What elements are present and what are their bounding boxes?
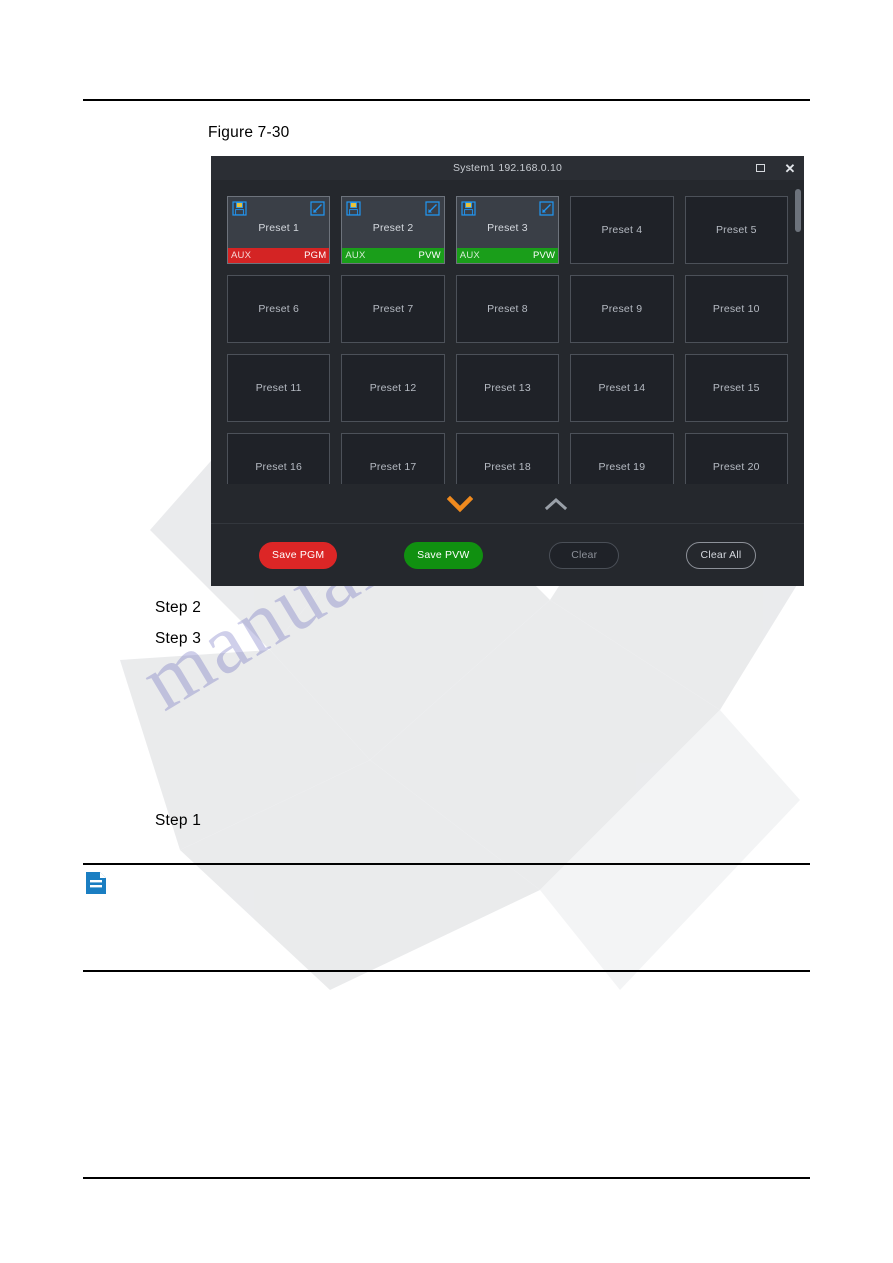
maximize-icon[interactable] — [753, 161, 767, 175]
close-icon[interactable]: ✕ — [783, 161, 797, 175]
window-title-bar: System1 192.168.0.10 ✕ — [211, 156, 804, 180]
preset-card[interactable]: Preset 9 — [570, 275, 674, 343]
preset-name: Preset 6 — [258, 303, 300, 315]
preset-status-label: PVW — [532, 250, 556, 261]
preset-aux-label: AUX — [231, 250, 252, 261]
preset-name: Preset 15 — [712, 382, 760, 394]
chevron-down-icon[interactable] — [446, 494, 473, 514]
preset-name: Preset 9 — [601, 303, 643, 315]
note-bottom-rule — [83, 970, 810, 972]
preset-name: Preset 3 — [487, 222, 528, 234]
preset-card[interactable]: Preset 7 — [341, 275, 445, 343]
edit-pencil-icon[interactable] — [425, 201, 440, 216]
preset-card[interactable]: Preset 5 — [684, 196, 788, 264]
note-divider-rule — [83, 863, 810, 865]
window-title: System1 192.168.0.10 — [452, 162, 563, 174]
edit-pencil-icon[interactable] — [539, 201, 554, 216]
preset-card[interactable]: Preset 2 AUX PVW — [341, 196, 445, 264]
pager-row — [211, 484, 804, 524]
note-document-icon — [86, 872, 106, 894]
figure-caption: Figure 7-30 — [208, 124, 290, 141]
preset-name: Preset 14 — [598, 382, 646, 394]
preset-card[interactable]: Preset 13 — [455, 354, 560, 422]
preset-card[interactable]: Preset 18 — [455, 433, 560, 484]
preset-status-badge: AUX PGM — [228, 248, 330, 263]
footer-rule — [83, 1177, 810, 1179]
window-controls: ✕ — [753, 156, 797, 180]
preset-name: Preset 2 — [372, 222, 414, 234]
preset-card[interactable]: Preset 20 — [684, 433, 788, 484]
edit-pencil-icon[interactable] — [310, 201, 325, 216]
preset-card[interactable]: Preset 15 — [684, 354, 788, 422]
preset-name: Preset 4 — [601, 224, 643, 236]
step-label-1: Step 1 — [155, 812, 202, 829]
preset-name: Preset 8 — [487, 303, 528, 315]
preset-card[interactable]: Preset 8 — [455, 275, 560, 343]
preset-card[interactable]: Preset 1 AUX PGM — [227, 196, 331, 264]
preset-status-label: PVW — [418, 250, 441, 261]
preset-name: Preset 17 — [369, 461, 417, 473]
footer-bar: Save PGM Save PVW Clear Clear All — [211, 524, 804, 586]
preset-name: Preset 12 — [369, 382, 417, 394]
preset-aux-label: AUX — [345, 250, 366, 261]
chevron-up-icon[interactable] — [543, 494, 569, 514]
preset-card[interactable]: Preset 14 — [570, 354, 674, 422]
step-label-2: Step 2 — [155, 599, 202, 616]
preset-manager-window: System1 192.168.0.10 ✕ Preset 1 AUX PGM Pre… — [211, 156, 804, 586]
preset-grid: Preset 1 AUX PGM Preset 2 AUX PVW Preset 3 AUX P… — [227, 196, 788, 484]
preset-name: Preset 7 — [372, 303, 414, 315]
clear-all-button[interactable]: Clear All — [686, 541, 756, 569]
preset-scroll-area: Preset 1 AUX PGM Preset 2 AUX PVW Preset 3 AUX P… — [211, 180, 804, 484]
preset-name: Preset 19 — [598, 461, 646, 473]
save-pvw-button[interactable]: Save PVW — [404, 541, 483, 569]
save-pgm-button[interactable]: Save PGM — [259, 541, 338, 569]
save-floppy-icon[interactable] — [346, 201, 361, 216]
save-floppy-icon[interactable] — [461, 201, 476, 216]
preset-card[interactable]: Preset 12 — [341, 354, 445, 422]
preset-name: Preset 13 — [484, 382, 531, 394]
preset-name: Preset 16 — [255, 461, 303, 473]
preset-card[interactable]: Preset 4 — [570, 196, 674, 264]
preset-status-badge: AUX PVW — [456, 248, 559, 263]
preset-name: Preset 1 — [258, 222, 300, 234]
preset-card[interactable]: Preset 3 AUX PVW — [455, 196, 560, 264]
preset-scrollbar-thumb[interactable] — [795, 189, 801, 232]
header-rule — [83, 99, 810, 101]
footer-button-row: Save PGM Save PVW Clear Clear All — [211, 541, 804, 569]
preset-card[interactable]: Preset 10 — [684, 275, 788, 343]
preset-card[interactable]: Preset 11 — [227, 354, 331, 422]
document-page: manualshive.com Figure 7-30 Step 2 Step … — [0, 0, 893, 1263]
preset-name: Preset 20 — [712, 461, 760, 473]
step-label-3: Step 3 — [155, 630, 202, 647]
preset-status-badge: AUX PVW — [342, 248, 444, 263]
preset-name: Preset 18 — [484, 461, 531, 473]
preset-card[interactable]: Preset 17 — [341, 433, 445, 484]
preset-aux-label: AUX — [459, 250, 480, 261]
maximize-icon-shape — [755, 164, 765, 172]
preset-name: Preset 11 — [255, 382, 302, 394]
preset-name: Preset 5 — [715, 224, 757, 236]
preset-card[interactable]: Preset 19 — [570, 433, 674, 484]
preset-card[interactable]: Preset 6 — [227, 275, 331, 343]
preset-name: Preset 10 — [712, 303, 760, 315]
preset-status-label: PGM — [304, 250, 327, 261]
preset-card[interactable]: Preset 16 — [227, 433, 331, 484]
close-icon-glyph: ✕ — [784, 160, 796, 176]
save-floppy-icon[interactable] — [232, 201, 247, 216]
clear-button[interactable]: Clear — [549, 541, 620, 569]
